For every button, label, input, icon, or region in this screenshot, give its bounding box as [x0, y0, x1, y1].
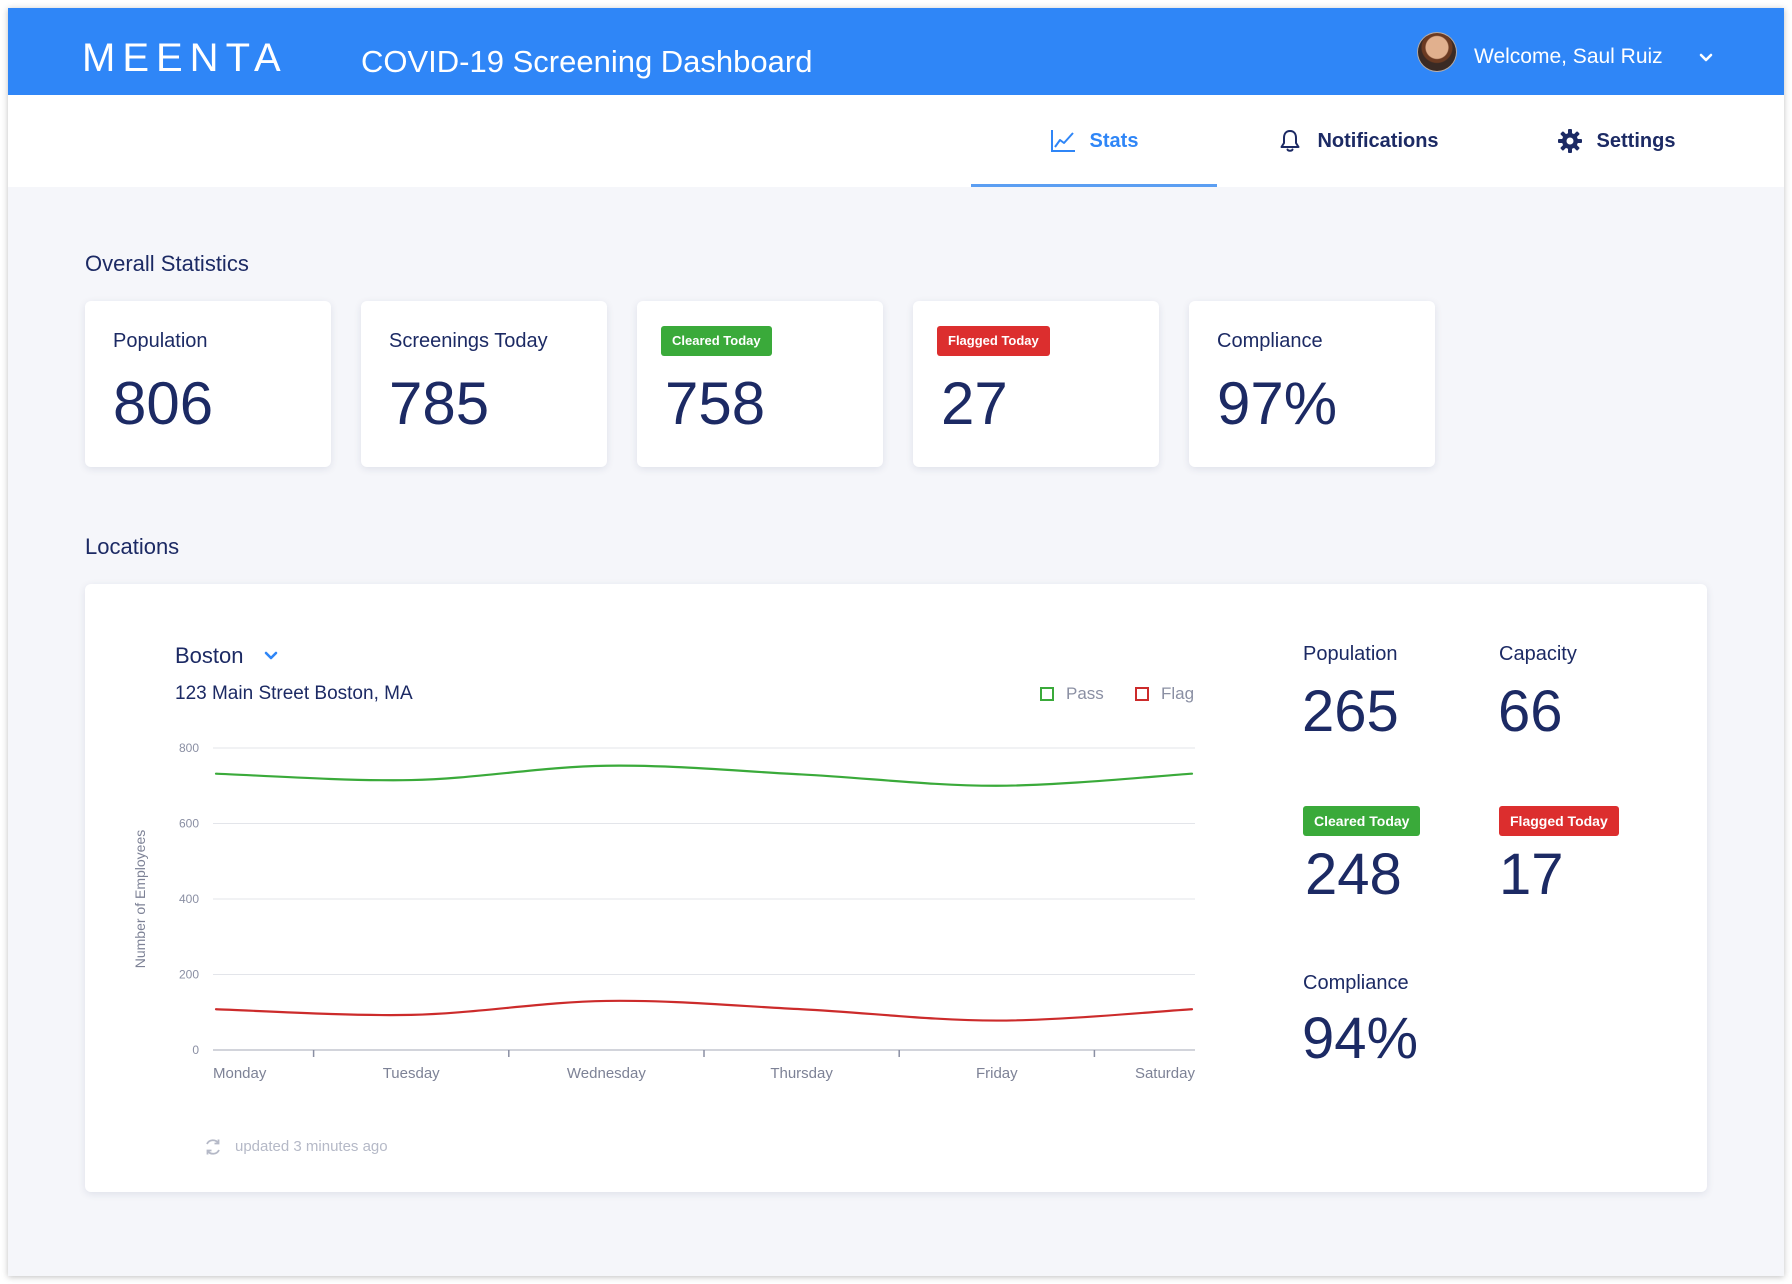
stat-card-screenings: Screenings Today 785 — [361, 301, 607, 467]
loc-flagged-badge: Flagged Today — [1499, 806, 1619, 836]
brand-logo[interactable]: MEENTA — [82, 34, 288, 82]
y-tick-label: 200 — [179, 968, 199, 982]
overall-statistics-title: Overall Statistics — [85, 251, 249, 276]
card-value: 758 — [665, 370, 766, 437]
loc-capacity-label: Capacity — [1499, 643, 1577, 665]
chevron-down-icon[interactable] — [1696, 48, 1716, 68]
card-label: Screenings Today — [389, 330, 548, 352]
bell-icon — [1280, 130, 1300, 152]
card-label: Compliance — [1217, 330, 1323, 352]
location-panel: Boston 123 Main Street Boston, MA Pass F… — [85, 584, 1707, 1192]
employees-line-chart: 0 200 400 600 800 Monday Tuesday Wednesday Thurs… — [132, 741, 1196, 1082]
loc-compliance-value: 94% — [1302, 1006, 1419, 1071]
tab-stats[interactable]: Stats — [971, 95, 1217, 187]
x-tick-label: Friday — [976, 1065, 1018, 1082]
stat-card-population: Population 806 — [85, 301, 331, 467]
series-line-pass — [214, 764, 1194, 787]
loc-cleared-badge: Cleared Today — [1303, 806, 1421, 836]
card-value: 806 — [113, 370, 214, 437]
loc-cleared-value: 248 — [1305, 842, 1402, 907]
line-chart-icon — [1050, 130, 1075, 152]
user-avatar[interactable] — [1417, 32, 1457, 72]
stat-card-compliance: Compliance 97% — [1189, 301, 1435, 467]
tab-notifications[interactable]: Notifications — [1238, 95, 1478, 187]
y-tick-label: 400 — [179, 892, 199, 906]
locations-title: Locations — [85, 534, 180, 559]
cleared-badge: Cleared Today — [661, 326, 772, 356]
y-axis-label: Number of Employees — [132, 830, 148, 969]
flagged-badge: Flagged Today — [937, 326, 1050, 356]
card-value: 97% — [1217, 370, 1338, 437]
stat-card-flagged: Flagged Today 27 — [913, 301, 1159, 467]
loc-population-label: Population — [1303, 643, 1398, 665]
y-tick-label: 0 — [192, 1043, 199, 1057]
x-tick-label: Tuesday — [383, 1065, 440, 1082]
updated-status: updated 3 minutes ago — [203, 1137, 388, 1157]
refresh-icon[interactable] — [203, 1137, 223, 1157]
loc-flagged-value: 17 — [1499, 842, 1564, 907]
x-tick-label: Saturday — [1135, 1065, 1196, 1082]
loc-capacity-value: 66 — [1498, 679, 1563, 744]
tab-label: Stats — [1089, 129, 1139, 152]
card-value: 27 — [941, 370, 1008, 437]
x-tick-label: Thursday — [770, 1065, 833, 1082]
app-title: COVID-19 Screening Dashboard — [361, 44, 813, 79]
updated-text: updated 3 minutes ago — [235, 1138, 388, 1155]
tab-label: Settings — [1596, 129, 1676, 152]
y-tick-label: 600 — [179, 817, 199, 831]
app-window: MEENTA COVID-19 Screening Dashboard Welc… — [8, 8, 1784, 1276]
loc-compliance-label: Compliance — [1303, 972, 1409, 994]
tab-label: Notifications — [1317, 129, 1439, 152]
tab-settings[interactable]: Settings — [1496, 95, 1736, 187]
x-tick-label: Wednesday — [567, 1065, 646, 1082]
tab-bar: Stats Notifications Settings — [8, 95, 1784, 187]
card-label: Population — [113, 330, 208, 352]
loc-population-value: 265 — [1302, 679, 1399, 744]
gear-icon — [1557, 129, 1582, 153]
series-line-flag — [214, 999, 1194, 1022]
top-header: MEENTA COVID-19 Screening Dashboard Welc… — [8, 8, 1784, 95]
card-value: 785 — [389, 370, 490, 437]
y-tick-label: 800 — [179, 741, 199, 755]
x-tick-label: Monday — [213, 1065, 267, 1082]
stat-card-cleared: Cleared Today 758 — [637, 301, 883, 467]
welcome-text[interactable]: Welcome, Saul Ruiz — [1474, 44, 1663, 70]
